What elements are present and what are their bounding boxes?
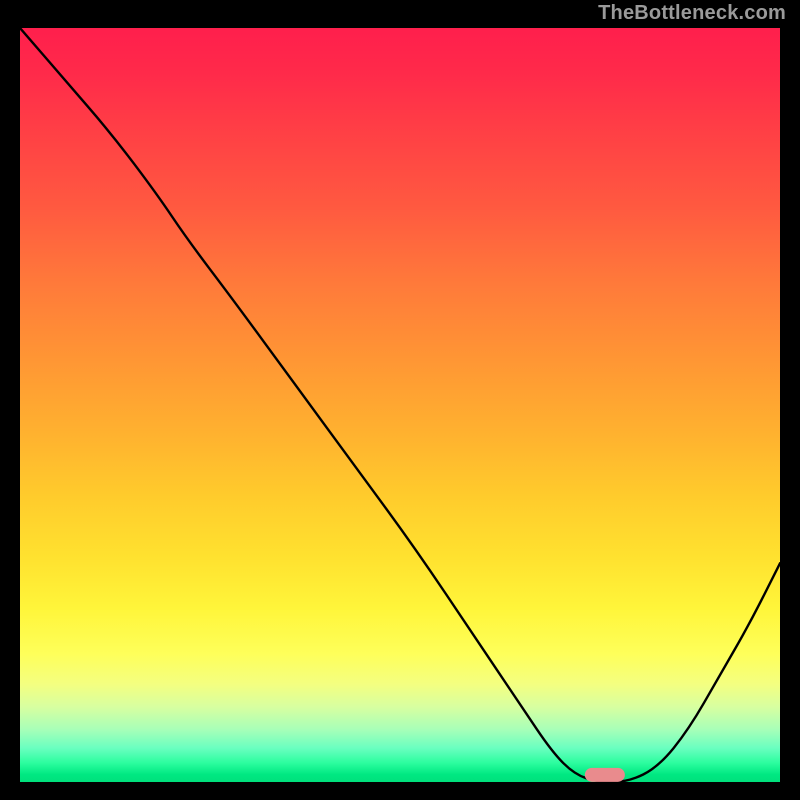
bottleneck-marker (585, 768, 625, 782)
bottleneck-curve (20, 28, 780, 782)
chart-frame: TheBottleneck.com (0, 0, 800, 800)
bottleneck-curve-path (20, 28, 780, 782)
watermark-text: TheBottleneck.com (598, 2, 786, 25)
plot-area (20, 28, 780, 782)
